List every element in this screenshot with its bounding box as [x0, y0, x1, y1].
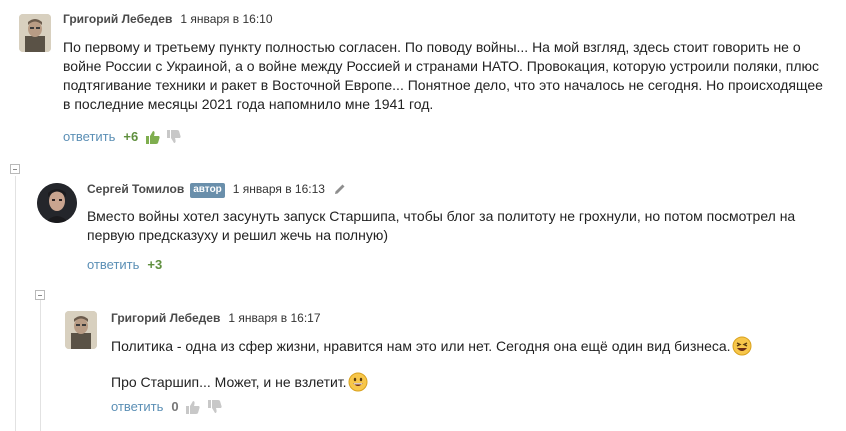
comment-header: Григорий Лебедев 1 января в 16:17 — [111, 311, 321, 325]
comment-date[interactable]: 1 января в 16:17 — [228, 311, 320, 325]
thumbs-up-icon[interactable] — [186, 400, 200, 418]
author-name[interactable]: Григорий Лебедев — [111, 311, 220, 325]
paragraph-text: Политика - одна из сфер жизни, нравится … — [111, 338, 731, 354]
reply-link[interactable]: ответить — [111, 399, 163, 414]
comment-reply: Григорий Лебедев 1 января в 16:17 Политик… — [0, 0, 846, 431]
laughing-emoji — [732, 336, 752, 361]
avatar-image — [65, 311, 97, 349]
comment-paragraph: Политика - одна из сфер жизни, нравится … — [111, 336, 811, 361]
avatar[interactable] — [65, 311, 97, 349]
thumbs-down-icon[interactable] — [207, 400, 222, 418]
comment-paragraph: Про Старшип... Может, и не взлетит. — [111, 372, 811, 397]
comment-body: Политика - одна из сфер жизни, нравится … — [111, 336, 811, 397]
comment-actions: ответить 0 — [111, 399, 222, 418]
grinning-emoji — [348, 372, 368, 397]
paragraph-text: Про Старшип... Может, и не взлетит. — [111, 374, 347, 390]
rating-score: 0 — [171, 399, 179, 414]
